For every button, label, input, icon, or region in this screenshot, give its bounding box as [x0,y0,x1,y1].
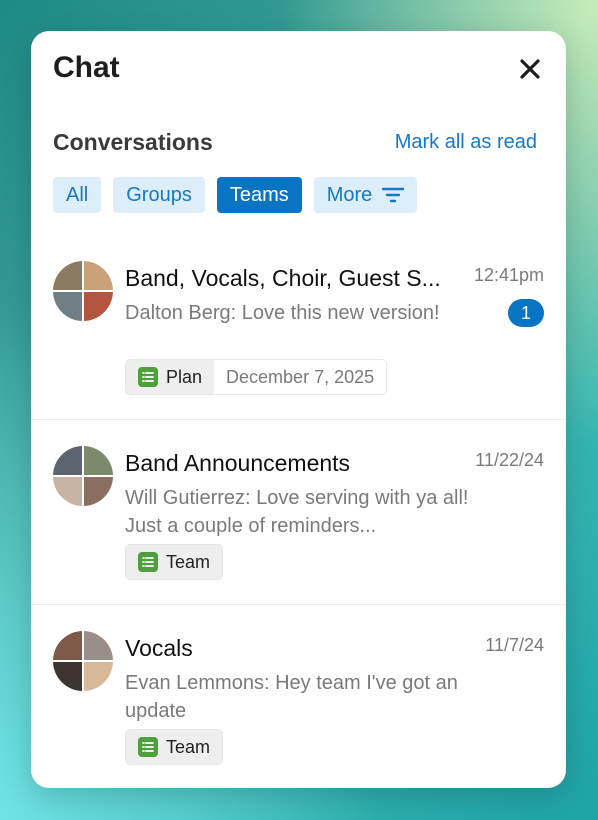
filter-teams-label: Teams [229,183,289,206]
filter-all-label: All [66,183,89,206]
plan-tag[interactable]: Plan [126,360,215,394]
filter-groups-label: Groups [126,183,192,206]
conversation-time: 12:41pm [473,265,544,285]
filter-all[interactable]: All [53,177,102,213]
member-avatar [84,662,113,691]
list-icon [138,367,158,387]
plan-date: December 7, 2025 [214,360,387,394]
group-avatar [53,631,113,691]
message-preview: Will Gutierrez: Love serving with ya all… [125,487,469,537]
conversation-name: Vocals [125,635,193,661]
list-icon [138,737,158,757]
filter-teams[interactable]: Teams [216,177,302,213]
message-preview: Dalton Berg: Love this new version! [125,302,440,324]
member-avatar [84,446,113,475]
team-tag[interactable]: Team [126,545,223,579]
member-avatar [53,662,82,691]
conversation-time: 11/22/24 [475,450,544,470]
team-tag[interactable]: Team [126,730,223,764]
tag-label: Team [166,551,211,572]
member-avatar [84,631,113,660]
member-avatar [84,292,113,321]
close-icon [520,59,540,79]
conversation-item[interactable]: Band Announcements 11/22/24 Will Gutierr… [31,420,566,605]
conversation-item[interactable]: Band, Vocals, Choir, Guest S... 12:41pm … [31,235,566,420]
member-avatar [84,477,113,506]
tag-label: Team [166,736,211,757]
filter-more[interactable]: More [313,177,418,213]
member-avatar [53,446,82,475]
message-preview: Evan Lemmons: Hey team I've got an updat… [125,672,458,722]
mark-all-read-link[interactable]: Mark all as read [395,131,537,154]
list-icon [138,552,158,572]
conversation-name: Band Announcements [125,450,351,476]
group-avatar [53,446,113,506]
conversation-time: 11/7/24 [485,635,544,655]
chat-panel: Chat Conversations Mark all as read All … [31,31,566,788]
filter-chips: All Groups Teams More [53,177,418,213]
conversation-tags: Team [125,729,224,765]
chat-title: Chat [53,51,120,84]
conversation-item[interactable]: Vocals 11/7/24 Evan Lemmons: Hey team I'… [31,605,566,788]
conversation-list: Band, Vocals, Choir, Guest S... 12:41pm … [31,235,566,788]
close-button[interactable] [516,55,544,83]
tag-label: Plan [166,366,203,387]
filter-groups[interactable]: Groups [113,177,205,213]
member-avatar [53,292,82,321]
conversation-tags: Plan December 7, 2025 [125,359,388,395]
member-avatar [53,477,82,506]
conversations-heading: Conversations [53,129,213,155]
group-avatar [53,261,113,321]
member-avatar [53,631,82,660]
conversation-tags: Team [125,544,224,580]
filter-icon [382,187,405,203]
filter-more-label: More [326,183,373,206]
conversation-name: Band, Vocals, Choir, Guest S... [125,265,441,291]
member-avatar [53,261,82,290]
unread-badge: 1 [508,299,544,327]
member-avatar [84,261,113,290]
